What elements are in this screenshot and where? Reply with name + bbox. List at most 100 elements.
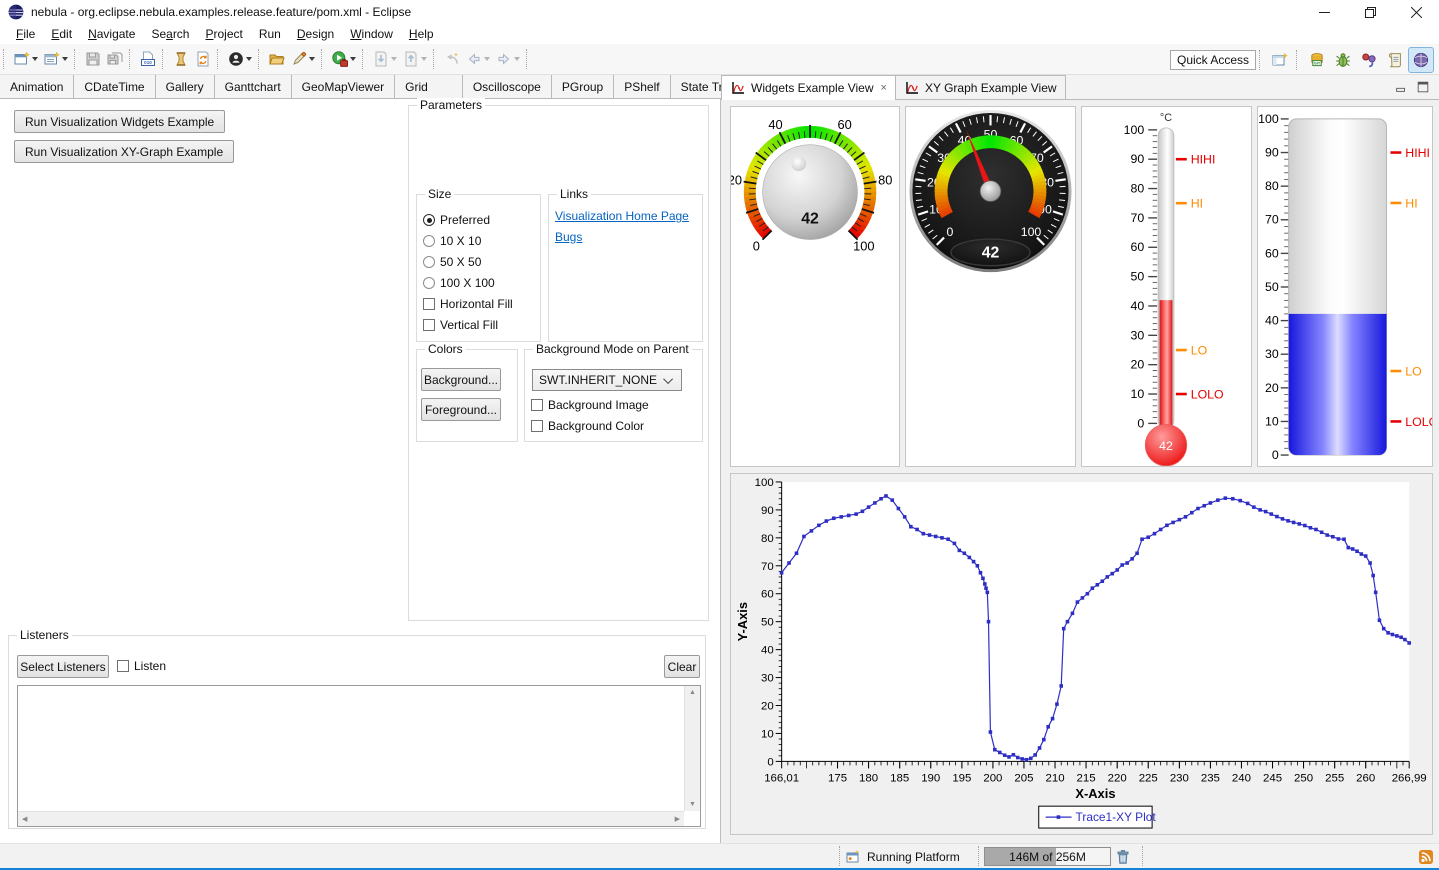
view-tab-widgets-example-view[interactable]: Widgets Example View× <box>721 75 896 100</box>
size-option-50-x-50[interactable]: 50 X 50 <box>423 255 481 269</box>
checkbox-background-color[interactable]: Background Color <box>531 419 644 433</box>
tab-pshelf[interactable]: PShelf <box>614 75 670 98</box>
size-option-preferred[interactable]: Preferred <box>423 213 490 227</box>
perspective-git-perspective-button[interactable]: GIT <box>1305 48 1329 72</box>
menu-window[interactable]: Window <box>342 25 401 43</box>
radio-checked[interactable] <box>423 214 435 226</box>
toolbar-new-item-button[interactable] <box>41 47 71 71</box>
toolbar-new-wizard-button[interactable] <box>11 47 41 71</box>
close-tab-icon[interactable]: × <box>881 82 887 94</box>
quick-access-input[interactable]: Quick Access <box>1170 50 1256 70</box>
dropdown-caret-icon[interactable] <box>350 57 356 61</box>
toolbar-user-profile-button[interactable] <box>225 47 255 71</box>
svg-text:40: 40 <box>768 117 782 132</box>
radio-unchecked[interactable] <box>423 277 435 289</box>
checkbox-unchecked[interactable] <box>423 298 435 310</box>
view-tab-xy-graph-example-view[interactable]: XY Graph Example View <box>896 75 1066 99</box>
toolbar-save-all-button <box>104 47 126 71</box>
background-mode-select[interactable]: SWT.INHERIT_NONE <box>532 369 682 391</box>
dropdown-caret-icon[interactable] <box>32 57 38 61</box>
xy-graph[interactable]: 0102030405060708090100166,01175180185190… <box>730 473 1433 835</box>
run-widgets-example-button[interactable]: Run Visualization Widgets Example <box>14 110 225 133</box>
horizontal-scrollbar[interactable]: ◀ ▶ <box>18 811 684 826</box>
tab-cdatetime[interactable]: CDateTime <box>74 75 155 98</box>
tab-grid[interactable]: Grid <box>395 75 463 98</box>
menu-navigate[interactable]: Navigate <box>80 25 143 43</box>
perspective-scripts-perspective-button[interactable] <box>1383 48 1407 72</box>
link-visualization-home-page[interactable]: Visualization Home Page <box>555 209 689 223</box>
run-xygraph-example-button[interactable]: Run Visualization XY-Graph Example <box>14 140 234 163</box>
tab-ganttchart[interactable]: Ganttchart <box>215 75 292 98</box>
vertical-scrollbar[interactable]: ▲ ▼ <box>684 686 700 811</box>
toolbar-refresh-bundle-button[interactable] <box>192 47 214 71</box>
perspective-open-perspective-button[interactable] <box>1268 48 1292 72</box>
tab-oscilloscope[interactable]: Oscilloscope <box>463 75 552 98</box>
thermometer-widget: °C0102030405060708090100HIHIHILOLOLO42 <box>1081 106 1252 467</box>
minimize-button[interactable] <box>1301 0 1347 24</box>
toolbar-binary-file-button[interactable]: 010 <box>137 47 159 71</box>
tab-geomapviewer[interactable]: GeoMapViewer <box>292 75 396 98</box>
radio-unchecked[interactable] <box>423 256 435 268</box>
toolbar-open-folder-button[interactable] <box>266 47 288 71</box>
toolbar-plugin-spool-button[interactable] <box>170 47 192 71</box>
dropdown-caret-icon[interactable] <box>309 57 315 61</box>
highlight-pen-icon <box>291 51 307 67</box>
link-bugs[interactable]: Bugs <box>555 230 582 244</box>
menu-help[interactable]: Help <box>401 25 442 43</box>
foreground-color-button[interactable]: Foreground... <box>421 398 501 421</box>
menu-edit[interactable]: Edit <box>43 25 80 43</box>
perspective-plugin-perspective-button[interactable] <box>1409 48 1433 72</box>
perspective-debug-perspective-button[interactable] <box>1331 48 1355 72</box>
svg-text:70: 70 <box>1131 211 1145 225</box>
svg-text:LO: LO <box>1191 343 1208 357</box>
dropdown-caret-icon[interactable] <box>246 57 252 61</box>
gauge-widget: 010203040506070809010042 <box>905 106 1076 467</box>
menu-search[interactable]: Search <box>143 25 197 43</box>
background-color-button[interactable]: Background... <box>421 368 501 391</box>
perspective-java-perspective-button[interactable] <box>1357 48 1381 72</box>
widgets-view-content: 02040608010042 010203040506070809010042 … <box>721 100 1439 843</box>
menu-project[interactable]: Project <box>197 25 250 43</box>
news-feed-icon[interactable] <box>1418 849 1434 865</box>
radio-unchecked[interactable] <box>423 235 435 247</box>
eclipse-logo-icon <box>8 4 24 20</box>
listen-checkbox-row[interactable]: Listen <box>117 659 166 673</box>
size-option-10-x-10[interactable]: 10 X 10 <box>423 234 481 248</box>
tab-animation[interactable]: Animation <box>0 75 74 98</box>
menu-file[interactable]: File <box>8 25 43 43</box>
maximize-view-icon[interactable] <box>1416 80 1430 94</box>
scroll-right-icon[interactable]: ▶ <box>675 815 680 823</box>
checkbox-unchecked[interactable] <box>423 319 435 331</box>
restore-button[interactable] <box>1347 0 1393 24</box>
scroll-down-icon[interactable]: ▼ <box>689 801 696 808</box>
minimize-view-icon[interactable] <box>1394 80 1408 94</box>
menu-design[interactable]: Design <box>289 25 342 43</box>
scroll-left-icon[interactable]: ◀ <box>22 815 27 823</box>
size-option-100-x-100[interactable]: 100 X 100 <box>423 276 495 290</box>
tab-pgroup[interactable]: PGroup <box>552 75 614 98</box>
toolbar-highlight-pen-button[interactable] <box>288 47 318 71</box>
tab-gallery[interactable]: Gallery <box>156 75 215 98</box>
dropdown-caret-icon[interactable] <box>62 57 68 61</box>
clear-button[interactable]: Clear <box>664 655 700 678</box>
menu-run[interactable]: Run <box>251 25 289 43</box>
svg-text:010: 010 <box>144 60 152 65</box>
view-tab-label: XY Graph Example View <box>925 81 1057 95</box>
checkbox-background-image[interactable]: Background Image <box>531 398 649 412</box>
scroll-up-icon[interactable]: ▲ <box>689 689 696 696</box>
select-listeners-button[interactable]: Select Listeners <box>17 655 109 678</box>
background-mode-group: Background Mode on Parent SWT.INHERIT_NO… <box>524 349 703 442</box>
back-icon <box>466 51 482 67</box>
knob-widget[interactable]: 02040608010042 <box>730 106 900 467</box>
listener-log-textarea[interactable]: ▲ ▼ ◀ ▶ <box>17 685 701 827</box>
dropdown-caret-icon <box>421 57 427 61</box>
toolbar-run-button[interactable] <box>329 47 359 71</box>
background-mode-group-label: Background Mode on Parent <box>533 342 692 356</box>
svg-text:°C: °C <box>1160 112 1172 124</box>
size-option-horizontal-fill[interactable]: Horizontal Fill <box>423 297 513 311</box>
binary-file-icon: 010 <box>140 51 156 67</box>
trash-icon[interactable] <box>1115 849 1131 865</box>
size-option-vertical-fill[interactable]: Vertical Fill <box>423 318 498 332</box>
close-button[interactable] <box>1393 0 1439 24</box>
listen-checkbox[interactable] <box>117 660 129 672</box>
